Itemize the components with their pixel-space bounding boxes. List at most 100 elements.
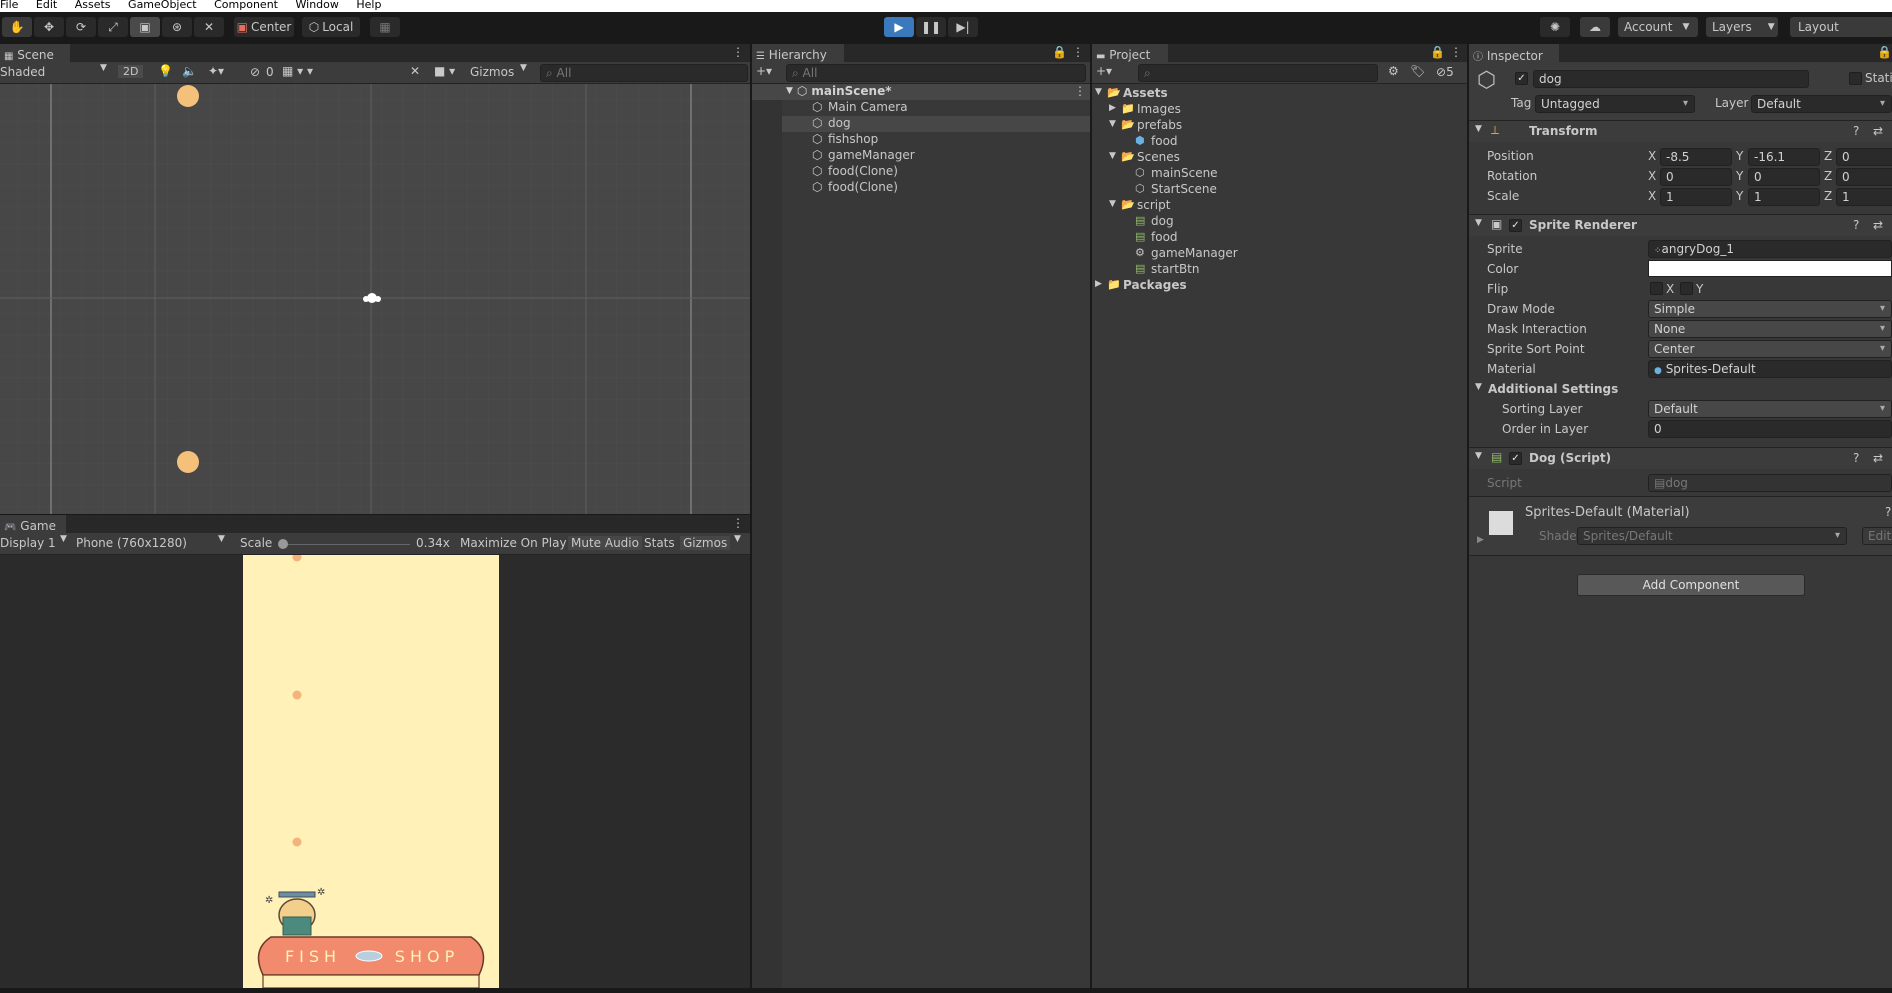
hierarchy-item[interactable]: ⬡ gameManager [782, 148, 1090, 164]
more-menu-icon[interactable]: ⋮ [732, 516, 744, 530]
project-tree-item[interactable]: ▼ 📂 Assets [1095, 86, 1467, 102]
rotation-x-field[interactable]: 0 [1660, 168, 1732, 186]
game-screen[interactable]: ✲ ✲ FISH SHOP [243, 555, 499, 988]
position-z-field[interactable]: 0 [1836, 148, 1892, 166]
tab-inspector[interactable]: ⓘ Inspector [1469, 44, 1559, 63]
material-field[interactable]: ● Sprites-Default [1648, 360, 1892, 378]
hierarchy-item[interactable]: ⬡ dog [782, 116, 1090, 132]
project-tree-item[interactable]: ▤ startBtn [1123, 262, 1467, 278]
gizmos-toggle[interactable]: Gizmos [680, 536, 731, 550]
hand-tool-button[interactable]: ✋ [2, 17, 32, 37]
draw-mode-dropdown[interactable]: Simple [1648, 300, 1892, 318]
light-button[interactable]: ✺ [1540, 17, 1570, 37]
step-button[interactable]: ▶| [948, 17, 978, 37]
custom-tool-button[interactable]: ✕ [194, 17, 224, 37]
pivot-center-button[interactable]: ▣ Center [234, 17, 294, 37]
cloud-button[interactable]: ☁ [1580, 17, 1610, 37]
help-icon[interactable]: ? [1853, 451, 1859, 465]
scene-viewport[interactable] [0, 84, 750, 514]
tab-scene[interactable]: ▦ Scene [0, 44, 70, 62]
scene-root-item[interactable]: ▼ ⬡ mainScene* [786, 84, 892, 98]
scale-tool-button[interactable]: ⤢ [98, 17, 128, 37]
menu-edit[interactable]: Edit [36, 0, 57, 10]
project-tree-item[interactable]: ⬡ StartScene [1123, 182, 1467, 198]
expand-arrow-icon[interactable]: ▼ [1109, 119, 1116, 129]
menu-window[interactable]: Window [296, 0, 339, 10]
hierarchy-item[interactable]: ⬡ Main Camera [782, 100, 1090, 116]
hierarchy-item[interactable]: ⬡ food(Clone) [782, 180, 1090, 196]
scene-search-input[interactable]: ⌕ All [540, 64, 748, 82]
scale-y-field[interactable]: 1 [1748, 188, 1820, 206]
lighting-icon[interactable]: 💡 [158, 64, 173, 78]
hierarchy-item[interactable]: ⬡ food(Clone) [782, 164, 1090, 180]
food-sprite[interactable] [177, 85, 199, 107]
resolution-dropdown[interactable]: Phone (760x1280) [76, 536, 187, 550]
sprite-sort-point-dropdown[interactable]: Center [1648, 340, 1892, 358]
hierarchy-search-input[interactable]: ⌕ All [786, 64, 1086, 82]
settings-icon[interactable]: ⇄ [1873, 124, 1883, 138]
effects-icon[interactable]: ✦▾ [208, 64, 224, 78]
expand-arrow-icon[interactable]: ▼ [1109, 151, 1116, 161]
project-tree-item[interactable]: ⬢ food [1123, 134, 1467, 150]
project-tree-item[interactable]: ▤ dog [1123, 214, 1467, 230]
hidden-packages-icon[interactable]: ⊘5 [1436, 65, 1454, 79]
pivot-local-button[interactable]: ⬡ Local [302, 17, 360, 37]
tab-project[interactable]: ▬ Project [1092, 44, 1168, 62]
mute-audio-toggle[interactable]: Mute Audio [568, 536, 642, 550]
menu-file[interactable]: File [0, 0, 18, 10]
help-icon[interactable]: ? [1853, 218, 1859, 232]
settings-icon[interactable]: ⇄ [1873, 451, 1883, 465]
expand-arrow-icon[interactable]: ▶ [1109, 103, 1116, 113]
food-sprite[interactable] [177, 451, 199, 473]
menu-gameobject[interactable]: GameObject [128, 0, 197, 10]
rotate-tool-button[interactable]: ⟳ [66, 17, 96, 37]
more-menu-icon[interactable]: ⋮ [732, 45, 744, 59]
menu-assets[interactable]: Assets [75, 0, 111, 10]
scale-slider-thumb[interactable] [277, 539, 288, 549]
filter-type-icon[interactable]: ⚙ [1388, 64, 1399, 78]
stats-toggle[interactable]: Stats [644, 536, 675, 550]
pause-button[interactable]: ❚❚ [916, 17, 946, 37]
layout-dropdown[interactable]: Layout [1790, 17, 1892, 37]
tab-hierarchy[interactable]: ☰ Hierarchy [752, 44, 844, 62]
project-tree-item[interactable]: ⬡ mainScene [1123, 166, 1467, 182]
lock-icon[interactable]: 🔒 [1052, 45, 1067, 59]
sprite-field[interactable]: ⁘angryDog_1 [1648, 240, 1892, 258]
label-icon[interactable]: 🏷 [1410, 64, 1425, 78]
scene-row[interactable]: ▼ ⬡ mainScene* ⋮ [752, 84, 1090, 100]
transform-header[interactable]: ▼ ⟂ Transform ? ⇄ [1469, 120, 1892, 142]
project-tree-item[interactable]: ▼ 📂 script [1109, 198, 1467, 214]
grid-snap-button[interactable]: ▦ [370, 17, 400, 37]
display-dropdown[interactable]: Display 1 [0, 536, 56, 550]
hierarchy-item[interactable]: ⬡ fishshop [782, 132, 1090, 148]
flip-x-checkbox[interactable] [1650, 282, 1663, 295]
additional-settings-foldout[interactable]: Additional Settings [1488, 382, 1618, 396]
sprite-renderer-header[interactable]: ▼ ▣ ✓ Sprite Renderer ? ⇄ [1469, 214, 1892, 236]
menu-component[interactable]: Component [214, 0, 278, 10]
shading-dropdown[interactable]: Shaded [0, 65, 45, 79]
sorting-layer-dropdown[interactable]: Default [1648, 400, 1892, 418]
gizmos-dropdown[interactable]: Gizmos [470, 65, 514, 79]
play-button[interactable]: ▶ [884, 17, 914, 37]
maximize-on-play-toggle[interactable]: Maximize On Play [460, 536, 567, 550]
project-tree-item[interactable]: ▶ 📁 Images [1109, 102, 1467, 118]
expand-arrow-icon[interactable]: ▼ [1109, 199, 1116, 209]
add-component-button[interactable]: Add Component [1577, 574, 1805, 596]
object-name-field[interactable]: dog [1533, 70, 1809, 88]
layers-dropdown[interactable]: Layers ▼ [1706, 17, 1778, 37]
tools-icon[interactable]: ✕ [410, 64, 420, 78]
tab-game[interactable]: 🎮 Game [0, 515, 66, 533]
project-tree-item[interactable]: ▼ 📂 prefabs [1109, 118, 1467, 134]
rect-tool-button[interactable]: ▣ [130, 17, 160, 37]
help-icon[interactable]: ? [1885, 505, 1891, 519]
project-tree-item[interactable]: ▤ food [1123, 230, 1467, 246]
project-search-input[interactable]: ⌕ [1138, 64, 1378, 82]
lock-icon[interactable]: 🔒 [1877, 45, 1892, 59]
layer-dropdown[interactable]: Default [1751, 95, 1892, 113]
expand-arrow-icon[interactable]: ▶ [1477, 535, 1484, 545]
shader-edit-button[interactable]: Edit... [1862, 527, 1892, 545]
help-icon[interactable]: ? [1853, 124, 1859, 138]
scale-slider-track[interactable] [280, 544, 410, 545]
expand-arrow-icon[interactable]: ▼ [1095, 87, 1102, 97]
scale-x-field[interactable]: 1 [1660, 188, 1732, 206]
